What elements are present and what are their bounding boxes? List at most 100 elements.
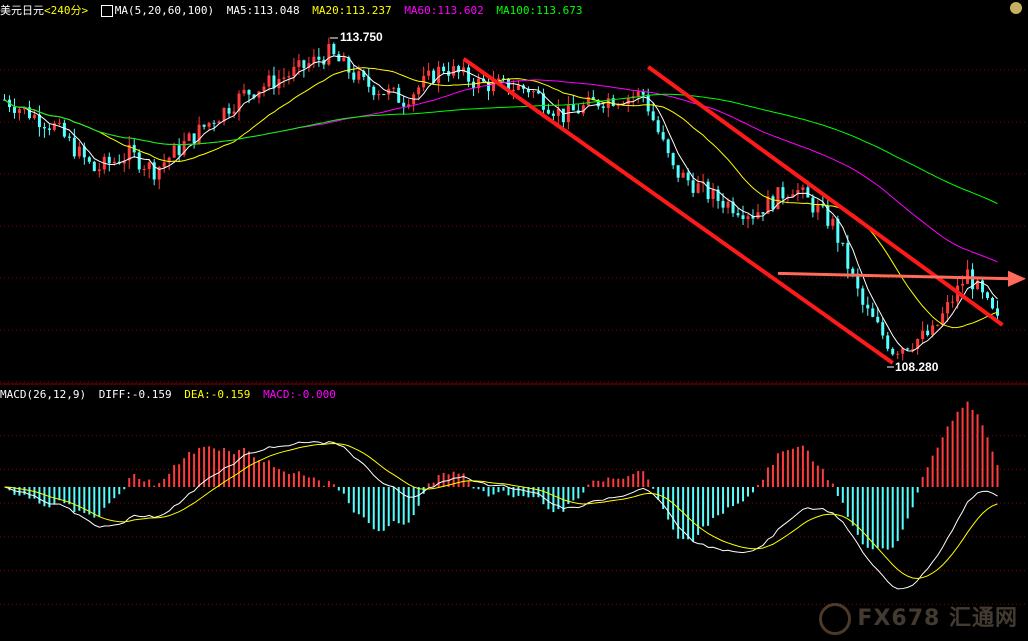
macd-diff-value: DIFF:-0.159 — [98, 388, 172, 401]
candle-body — [906, 348, 910, 350]
candle-body — [382, 94, 386, 96]
candle-body — [207, 122, 211, 127]
candle-body — [746, 216, 750, 219]
low-price-label: 108.280 — [895, 360, 939, 374]
candle-body — [227, 108, 231, 114]
candle-body — [222, 108, 226, 122]
candle-body — [761, 212, 765, 214]
candle-body — [417, 87, 421, 95]
horizontal-arrow-line — [777, 271, 1013, 281]
candle-body — [32, 114, 36, 119]
candle-body — [946, 302, 950, 314]
high-price-label: 113.750 — [340, 30, 383, 44]
candle-body — [671, 153, 675, 166]
candle-body — [342, 57, 346, 62]
candle-body — [951, 301, 955, 303]
candle-body — [571, 104, 575, 111]
candle-body — [771, 196, 775, 210]
ma5-value: MA5:113.048 — [226, 4, 300, 17]
candle-body — [427, 70, 431, 76]
ma100-value: MA100:113.673 — [496, 4, 583, 17]
candle-body — [801, 187, 805, 190]
candle-body — [192, 133, 196, 144]
candle-body — [811, 197, 815, 213]
candle-body — [97, 169, 101, 172]
ma20-value: MA20:113.237 — [312, 4, 392, 17]
watermark-text: FX678 汇通网 — [857, 606, 1018, 631]
candle-body — [706, 181, 710, 200]
candle-body — [876, 316, 880, 323]
candle-body — [866, 304, 870, 309]
candle-body — [467, 67, 471, 82]
candle-body — [397, 87, 401, 103]
candle-body — [262, 86, 266, 92]
candle-body — [921, 330, 925, 340]
candle-body — [92, 161, 96, 172]
candle-body — [776, 187, 780, 210]
candle-body — [317, 56, 321, 60]
ma5-line — [4, 55, 998, 352]
candle-body — [516, 85, 520, 90]
trend-channel-upper — [647, 65, 1004, 327]
candle-body — [452, 66, 456, 76]
candle-body — [337, 54, 341, 62]
candle-body — [72, 137, 76, 157]
candle-body — [17, 109, 21, 113]
candle-body — [961, 283, 965, 286]
candle-body — [357, 71, 361, 80]
candle-body — [462, 67, 466, 73]
candle-body — [561, 108, 565, 123]
ma100-line — [4, 93, 998, 205]
candle-body — [896, 353, 900, 355]
candle-body — [861, 288, 865, 305]
candle-body — [756, 212, 760, 219]
panel-close-icon[interactable] — [1010, 2, 1022, 14]
candle-body — [57, 122, 61, 124]
candle-body — [497, 78, 501, 80]
ma60-value: MA60:113.602 — [404, 4, 484, 17]
candle-body — [936, 324, 940, 326]
ma-settings-icon[interactable] — [100, 5, 113, 17]
candle-body — [62, 122, 66, 137]
candle-body — [147, 162, 151, 170]
candle-body — [162, 162, 166, 167]
candle-body — [636, 91, 640, 97]
candle-body — [816, 205, 820, 213]
period-label: <240分> — [44, 4, 89, 17]
price-panel-header: 美元日元<240分> MA(5,20,60,100) MA5:113.048 M… — [0, 2, 589, 18]
candle-body — [831, 218, 835, 226]
chart-canvas[interactable]: 113.750 108.280 — [0, 0, 1028, 641]
candle-body — [47, 128, 51, 130]
candle-body — [272, 75, 276, 89]
candle-body — [676, 165, 680, 178]
fx678-logo-icon — [819, 603, 852, 635]
candle-body — [681, 172, 685, 178]
candle-body — [377, 94, 381, 96]
candle-body — [696, 183, 700, 193]
candle-body — [352, 72, 356, 80]
candle-body — [941, 313, 945, 325]
candle-body — [437, 66, 441, 83]
candle-body — [402, 102, 406, 107]
candle-body — [836, 218, 840, 243]
candle-body — [267, 75, 271, 87]
macd-panel-header: MACD(26,12,9) DIFF:-0.159 DEA:-0.159 MAC… — [0, 388, 342, 401]
candle-body — [107, 156, 111, 164]
candle-body — [806, 187, 810, 198]
macd-histogram — [4, 401, 999, 590]
candle-body — [726, 201, 730, 208]
macd-spec-label: MACD(26,12,9) — [0, 388, 87, 401]
candle-body — [472, 81, 476, 89]
candle-body — [741, 215, 745, 219]
candle-body — [656, 120, 660, 133]
candle-body — [721, 200, 725, 208]
ma20-line — [4, 67, 998, 329]
candle-body — [172, 145, 176, 158]
candle-body — [781, 187, 785, 199]
candle-body — [302, 60, 306, 69]
candle-body — [851, 268, 855, 274]
symbol-label: 美元日元 — [0, 4, 44, 17]
candle-body — [212, 122, 216, 124]
candle-body — [442, 66, 446, 72]
ma-spec-label: MA(5,20,60,100) — [114, 4, 215, 17]
